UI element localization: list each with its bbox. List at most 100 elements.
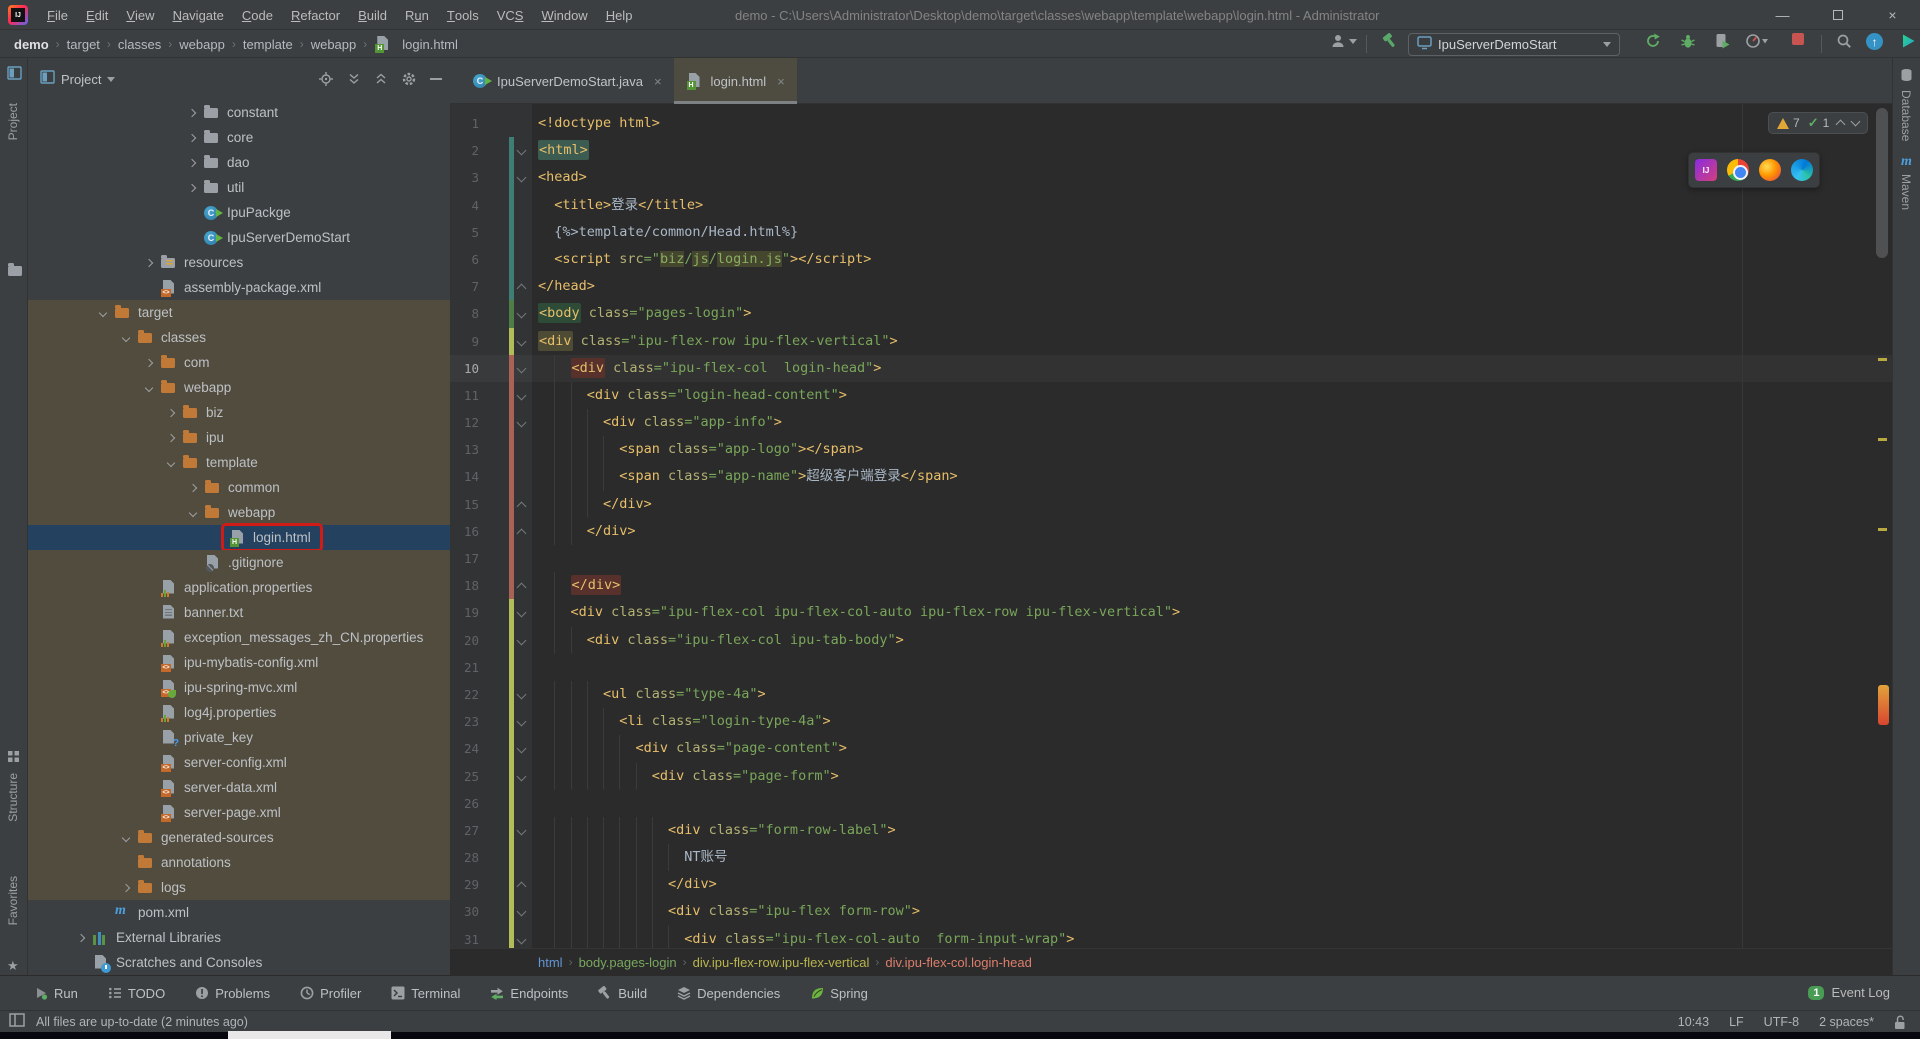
tree-item-biz[interactable]: biz (28, 400, 450, 425)
locate-icon[interactable] (318, 71, 334, 87)
chevron-closed-icon[interactable] (182, 485, 204, 491)
code-line-29[interactable]: 29 </div> (450, 871, 1892, 898)
code-line-8[interactable]: 8<body class="pages-login"> (450, 300, 1892, 327)
tree-item-resources[interactable]: resources (28, 250, 450, 275)
chevron-closed-icon[interactable] (181, 185, 203, 191)
error-stripe-mark[interactable] (1878, 685, 1889, 725)
fold-end-icon[interactable] (517, 284, 527, 294)
toolwindow-run-button[interactable]: Run (34, 986, 78, 1001)
warning-stripe-mark[interactable] (1878, 528, 1887, 531)
status-item[interactable]: 2 spaces* (1819, 1015, 1874, 1029)
chevron-closed-icon[interactable] (70, 935, 92, 941)
fold-collapse-icon[interactable] (517, 173, 527, 183)
menu-run[interactable]: Run (396, 0, 438, 30)
code-line-22[interactable]: 22 <ul class="type-4a"> (450, 681, 1892, 708)
code-line-28[interactable]: 28 NT账号 (450, 844, 1892, 871)
tree-item-banner.txt[interactable]: banner.txt (28, 600, 450, 625)
fold-collapse-icon[interactable] (517, 608, 527, 618)
breadcrumb-webapp[interactable]: webapp (311, 37, 357, 52)
code-line-6[interactable]: 6 <script src="biz/js/login.js"></script… (450, 246, 1892, 273)
chevron-open-icon[interactable] (115, 835, 137, 841)
code-line-21[interactable]: 21 (450, 654, 1892, 681)
tree-item-IpuServerDemoStart[interactable]: CIpuServerDemoStart (28, 225, 450, 250)
menu-navigate[interactable]: Navigate (164, 0, 233, 30)
code-line-2[interactable]: 2<html> (450, 137, 1892, 164)
idea-icon[interactable]: IJ (1695, 159, 1717, 181)
maximize-button[interactable] (1810, 0, 1865, 30)
hide-icon[interactable] (430, 76, 442, 82)
fold-collapse-icon[interactable] (517, 363, 527, 373)
status-item[interactable]: 10:43 (1678, 1015, 1709, 1029)
tree-item-server-data.xml[interactable]: <>server-data.xml (28, 775, 450, 800)
tab-login.html[interactable]: Hlogin.html× (674, 58, 797, 104)
close-tab-icon[interactable]: × (777, 74, 785, 89)
menu-edit[interactable]: Edit (77, 0, 117, 30)
chevron-closed-icon[interactable] (181, 160, 203, 166)
tree-item-com[interactable]: com (28, 350, 450, 375)
tree-item-server-page.xml[interactable]: <>server-page.xml (28, 800, 450, 825)
tree-item-log4j.properties[interactable]: log4j.properties (28, 700, 450, 725)
ide-update-button[interactable]: ↑ (1866, 33, 1883, 50)
tree-item-constant[interactable]: constant (28, 100, 450, 125)
firefox-icon[interactable] (1759, 159, 1781, 181)
tree-item-IpuPackge[interactable]: CIpuPackge (28, 200, 450, 225)
close-button[interactable]: × (1865, 0, 1920, 30)
menu-view[interactable]: View (117, 0, 163, 30)
tree-item-classes[interactable]: classes (28, 325, 450, 350)
tree-item-util[interactable]: util (28, 175, 450, 200)
run-with-coverage-button[interactable] (1714, 33, 1730, 49)
fold-collapse-icon[interactable] (517, 825, 527, 835)
fold-end-icon[interactable] (517, 583, 527, 593)
search-everywhere-button[interactable] (1836, 33, 1852, 49)
breadcrumb-template[interactable]: template (243, 37, 293, 52)
chevron-closed-icon[interactable] (138, 360, 160, 366)
user-menu-button[interactable] (1330, 33, 1357, 49)
chevron-open-icon[interactable] (115, 335, 137, 341)
tab-IpuServerDemoStart.java[interactable]: CIpuServerDemoStart.java× (460, 58, 674, 104)
fold-end-icon[interactable] (517, 528, 527, 538)
tree-item-exception_messages_zh_CN.properties[interactable]: exception_messages_zh_CN.properties (28, 625, 450, 650)
tree-item-logs[interactable]: logs (28, 875, 450, 900)
code-line-9[interactable]: 9<div class="ipu-flex-row ipu-flex-verti… (450, 328, 1892, 355)
tag-breadcrumb-html[interactable]: html (538, 955, 563, 970)
toolwindow-build-button[interactable]: Build (598, 986, 647, 1001)
tree-item-.gitignore[interactable]: .gitignore (28, 550, 450, 575)
sidebar-item-maven[interactable]: Maven (1899, 174, 1913, 210)
stop-button[interactable] (1792, 33, 1804, 45)
code-line-11[interactable]: 11 <div class="login-head-content"> (450, 382, 1892, 409)
toolwindow-endpoints-button[interactable]: Endpoints (490, 986, 568, 1001)
tree-item-target[interactable]: target (28, 300, 450, 325)
menu-tools[interactable]: Tools (438, 0, 488, 30)
chrome-icon[interactable] (1727, 159, 1749, 181)
tree-item-ipu[interactable]: ipu (28, 425, 450, 450)
code-line-1[interactable]: 1<!doctype html> (450, 110, 1892, 137)
project-panel-title[interactable]: Project (61, 72, 101, 87)
code-line-24[interactable]: 24 <div class="page-content"> (450, 735, 1892, 762)
profiler-button[interactable] (1745, 33, 1769, 49)
code-line-27[interactable]: 27 <div class="form-row-label"> (450, 817, 1892, 844)
previous-problem-icon[interactable] (1836, 120, 1846, 130)
breadcrumb-demo[interactable]: demo (14, 37, 49, 52)
tree-item-template[interactable]: template (28, 450, 450, 475)
code-line-5[interactable]: 5 {%>template/common/Head.html%} (450, 219, 1892, 246)
tree-item-dao[interactable]: dao (28, 150, 450, 175)
code-line-30[interactable]: 30 <div class="ipu-flex form-row"> (450, 898, 1892, 925)
code-line-17[interactable]: 17 (450, 545, 1892, 572)
breadcrumb-webapp[interactable]: webapp (179, 37, 225, 52)
menu-refactor[interactable]: Refactor (282, 0, 349, 30)
run-configuration-select[interactable]: IpuServerDemoStart (1408, 33, 1620, 56)
close-tab-icon[interactable]: × (654, 74, 662, 89)
edge-icon[interactable] (1791, 159, 1813, 181)
event-log-button[interactable]: 1 Event Log (1808, 975, 1890, 1010)
tree-item-server-config.xml[interactable]: <>server-config.xml (28, 750, 450, 775)
menu-code[interactable]: Code (233, 0, 282, 30)
breadcrumb-login.html[interactable]: Hlogin.html (374, 36, 458, 52)
tree-item-webapp[interactable]: webapp (28, 375, 450, 400)
code-line-13[interactable]: 13 <span class="app-logo"></span> (450, 436, 1892, 463)
fold-collapse-icon[interactable] (517, 744, 527, 754)
collapse-all-icon[interactable] (374, 72, 388, 86)
fold-collapse-icon[interactable] (517, 771, 527, 781)
tree-item-pom.xml[interactable]: mpom.xml (28, 900, 450, 925)
minimize-button[interactable]: — (1755, 0, 1810, 30)
sidebar-item-favorites[interactable]: Favorites (6, 876, 20, 925)
